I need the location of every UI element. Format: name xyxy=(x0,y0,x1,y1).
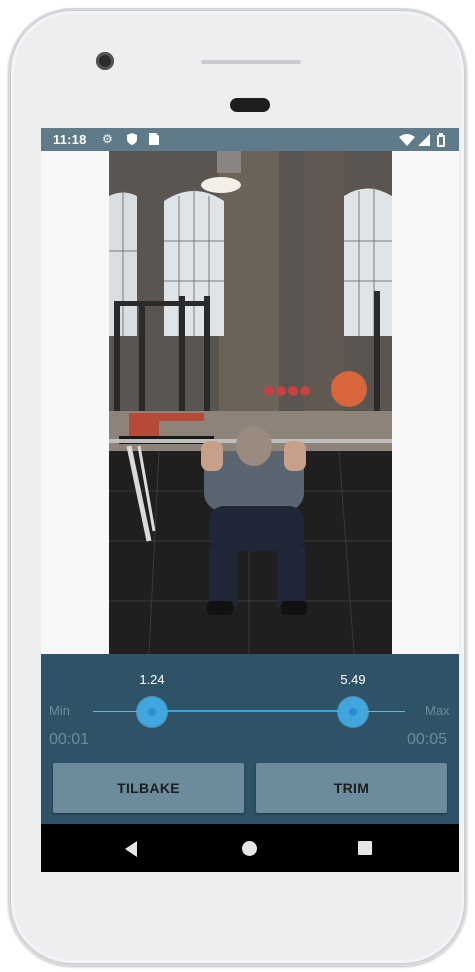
recent-apps-icon[interactable] xyxy=(358,841,372,855)
sim-card-icon xyxy=(149,130,159,150)
phone-screen: 11:18 ⚙ 1.24 5.49 Min Max 00:01 00:05 TI… xyxy=(41,128,459,872)
status-time: 11:18 xyxy=(53,132,87,147)
navigation-bar xyxy=(41,824,459,872)
battery-icon xyxy=(437,130,445,152)
video-preview[interactable] xyxy=(109,151,392,654)
status-bar: 11:18 ⚙ xyxy=(41,128,459,151)
start-time: 00:01 xyxy=(49,731,90,748)
video-frame-squat xyxy=(109,151,392,654)
end-thumb[interactable] xyxy=(338,697,368,727)
shield-icon xyxy=(127,130,137,150)
end-time: 00:05 xyxy=(407,731,448,748)
back-icon[interactable] xyxy=(125,841,137,857)
back-button[interactable]: TILBAKE xyxy=(53,763,244,813)
proximity-sensor xyxy=(230,98,270,112)
home-icon[interactable] xyxy=(242,841,257,856)
end-value-label: 5.49 xyxy=(340,672,366,687)
phone-frame: 11:18 ⚙ 1.24 5.49 Min Max 00:01 00:05 TI… xyxy=(8,8,467,966)
settings-icon: ⚙ xyxy=(102,132,113,146)
trim-button[interactable]: TRIM xyxy=(256,763,447,813)
front-camera xyxy=(96,52,114,70)
earpiece-speaker xyxy=(201,60,301,64)
start-value-label: 1.24 xyxy=(139,672,165,687)
range-slider-selected-range xyxy=(152,710,353,712)
max-label: Max xyxy=(425,703,450,718)
start-thumb[interactable] xyxy=(137,697,167,727)
wifi-icon xyxy=(399,130,415,151)
trim-panel: 1.24 5.49 Min Max 00:01 00:05 TILBAKE TR… xyxy=(41,654,459,824)
min-label: Min xyxy=(49,703,70,718)
signal-icon xyxy=(418,130,430,151)
